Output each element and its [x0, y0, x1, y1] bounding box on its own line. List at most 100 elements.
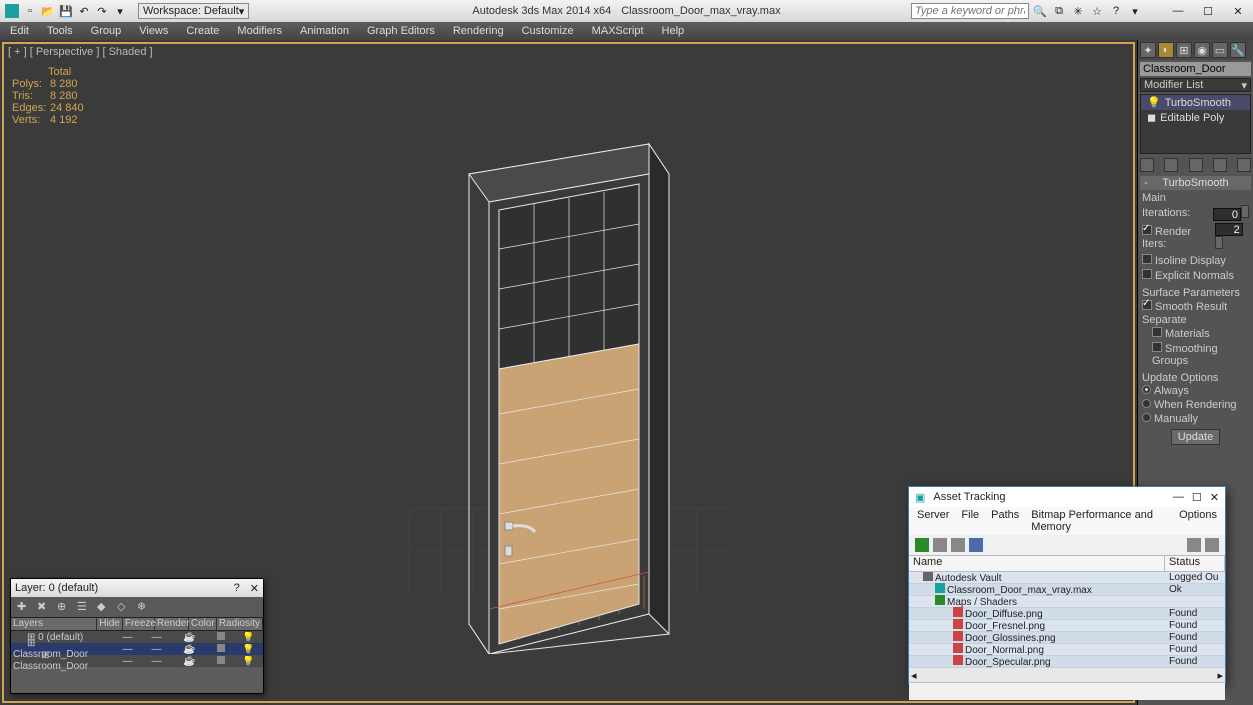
make-unique-button[interactable]: [1189, 158, 1203, 172]
layer-manager-window[interactable]: Layer: 0 (default) ?✕ ✚ ✖ ⊕ ☰ ◆ ◇ ❄ Laye…: [10, 578, 264, 694]
modify-tab[interactable]: ◐: [1158, 42, 1174, 58]
save-icon[interactable]: 💾: [58, 3, 74, 19]
help-button[interactable]: ?: [234, 582, 240, 594]
update-button[interactable]: Update: [1171, 429, 1220, 445]
menu-animation[interactable]: Animation: [300, 25, 349, 37]
menu-graph-editors[interactable]: Graph Editors: [367, 25, 435, 37]
options-icon[interactable]: [1205, 538, 1219, 552]
iterations-spinner[interactable]: 0: [1213, 208, 1241, 221]
turbosmooth-rollup-header[interactable]: TurboSmooth: [1140, 176, 1251, 190]
configure-sets-button[interactable]: [1237, 158, 1251, 172]
refresh-icon[interactable]: [915, 538, 929, 552]
when-rendering-radio[interactable]: [1142, 399, 1151, 408]
redo-icon[interactable]: ↷: [94, 3, 110, 19]
col-radiosity[interactable]: Radiosity: [217, 618, 263, 630]
close-button[interactable]: ✕: [1223, 0, 1253, 22]
viewport-label[interactable]: [ + ] [ Perspective ] [ Shaded ]: [8, 46, 153, 58]
smoothing-groups-checkbox[interactable]: [1152, 342, 1162, 352]
col-render[interactable]: Render: [155, 618, 189, 630]
hierarchy-tab[interactable]: ⊞: [1176, 42, 1192, 58]
minimize-button[interactable]: —: [1173, 491, 1184, 503]
freeze-icon[interactable]: ❄: [137, 600, 151, 614]
modifier-list-dropdown[interactable]: Modifier List▾: [1140, 78, 1251, 92]
exchange-icon[interactable]: ✳: [1070, 3, 1086, 19]
manually-radio[interactable]: [1142, 413, 1151, 422]
col-layers[interactable]: Layers: [11, 618, 97, 630]
app-icon[interactable]: [4, 3, 20, 19]
new-icon[interactable]: ▫: [22, 3, 38, 19]
asset-menu-server[interactable]: Server: [917, 509, 949, 533]
menu-customize[interactable]: Customize: [522, 25, 574, 37]
smooth-result-checkbox[interactable]: [1142, 300, 1152, 310]
col-freeze[interactable]: Freeze: [123, 618, 155, 630]
menu-rendering[interactable]: Rendering: [453, 25, 504, 37]
menu-maxscript[interactable]: MAXScript: [592, 25, 644, 37]
minimize-button[interactable]: —: [1163, 0, 1193, 22]
col-name[interactable]: Name: [909, 556, 1165, 571]
menu-create[interactable]: Create: [186, 25, 219, 37]
col-color[interactable]: Color: [189, 618, 217, 630]
asset-row[interactable]: Door_Specular.pngFound: [909, 656, 1225, 668]
list-icon[interactable]: [951, 538, 965, 552]
search-input[interactable]: [911, 3, 1029, 19]
object-name-field[interactable]: Classroom_Door: [1140, 62, 1251, 76]
menu-edit[interactable]: Edit: [10, 25, 29, 37]
chevron-down-icon[interactable]: ▾: [1127, 3, 1143, 19]
remove-modifier-button[interactable]: [1213, 158, 1227, 172]
create-tab[interactable]: ✦: [1140, 42, 1156, 58]
menu-help[interactable]: Help: [662, 25, 685, 37]
table-icon[interactable]: [969, 538, 983, 552]
modifier-item[interactable]: 💡TurboSmooth: [1141, 95, 1250, 110]
highlight-icon[interactable]: ◆: [97, 600, 111, 614]
star-icon[interactable]: ☆: [1089, 3, 1105, 19]
maximize-button[interactable]: ☐: [1192, 491, 1202, 504]
asset-menu-bitmap[interactable]: Bitmap Performance and Memory: [1031, 509, 1167, 533]
asset-tracking-window[interactable]: ▣Asset Tracking —☐✕ Server File Paths Bi…: [908, 486, 1226, 684]
utilities-tab[interactable]: 🔧: [1230, 42, 1246, 58]
materials-checkbox[interactable]: [1152, 327, 1162, 337]
link-icon[interactable]: ⧉: [1051, 3, 1067, 19]
menu-tools[interactable]: Tools: [47, 25, 73, 37]
close-icon[interactable]: ✕: [250, 582, 259, 595]
show-end-result-button[interactable]: [1164, 158, 1178, 172]
layer-row[interactable]: ⊞ Classroom_Door——☕💡: [11, 655, 263, 667]
tree-icon[interactable]: [933, 538, 947, 552]
render-iters-spinner[interactable]: 2: [1215, 223, 1243, 236]
close-icon[interactable]: ✕: [1210, 491, 1219, 504]
undo-icon[interactable]: ↶: [76, 3, 92, 19]
asset-window-titlebar[interactable]: ▣Asset Tracking —☐✕: [909, 487, 1225, 507]
menu-group[interactable]: Group: [91, 25, 122, 37]
door-model[interactable]: [429, 94, 709, 657]
new-layer-icon[interactable]: ✚: [17, 600, 31, 614]
menu-views[interactable]: Views: [139, 25, 168, 37]
modifier-item[interactable]: ◼Editable Poly: [1141, 110, 1250, 125]
open-icon[interactable]: 📂: [40, 3, 56, 19]
explicit-normals-checkbox[interactable]: [1142, 269, 1152, 279]
layer-window-titlebar[interactable]: Layer: 0 (default) ?✕: [11, 579, 263, 597]
always-radio[interactable]: [1142, 385, 1151, 394]
help-icon[interactable]: ?: [1108, 3, 1124, 19]
add-to-layer-icon[interactable]: ⊕: [57, 600, 71, 614]
select-layer-icon[interactable]: ☰: [77, 600, 91, 614]
modifier-stack[interactable]: 💡TurboSmooth ◼Editable Poly: [1140, 94, 1251, 154]
dropdown-icon[interactable]: ▾: [112, 3, 128, 19]
col-hide[interactable]: Hide: [97, 618, 123, 630]
motion-tab[interactable]: ◉: [1194, 42, 1210, 58]
asset-menu-options[interactable]: Options: [1179, 509, 1217, 533]
settings-icon[interactable]: [1187, 538, 1201, 552]
maximize-button[interactable]: ☐: [1193, 0, 1223, 22]
hide-icon[interactable]: ◇: [117, 600, 131, 614]
horizontal-scrollbar[interactable]: ◂▸: [909, 668, 1225, 682]
spinner-buttons[interactable]: [1241, 205, 1249, 218]
asset-menu-paths[interactable]: Paths: [991, 509, 1019, 533]
search-icon[interactable]: 🔍: [1032, 3, 1048, 19]
isoline-checkbox[interactable]: [1142, 254, 1152, 264]
render-iters-checkbox[interactable]: [1142, 225, 1152, 235]
menu-modifiers[interactable]: Modifiers: [237, 25, 282, 37]
display-tab[interactable]: ▭: [1212, 42, 1228, 58]
spinner-buttons[interactable]: [1215, 236, 1223, 249]
asset-menu-file[interactable]: File: [961, 509, 979, 533]
pin-stack-button[interactable]: [1140, 158, 1154, 172]
workspace-selector[interactable]: Workspace: Default ▾: [138, 3, 249, 19]
col-status[interactable]: Status: [1165, 556, 1225, 571]
